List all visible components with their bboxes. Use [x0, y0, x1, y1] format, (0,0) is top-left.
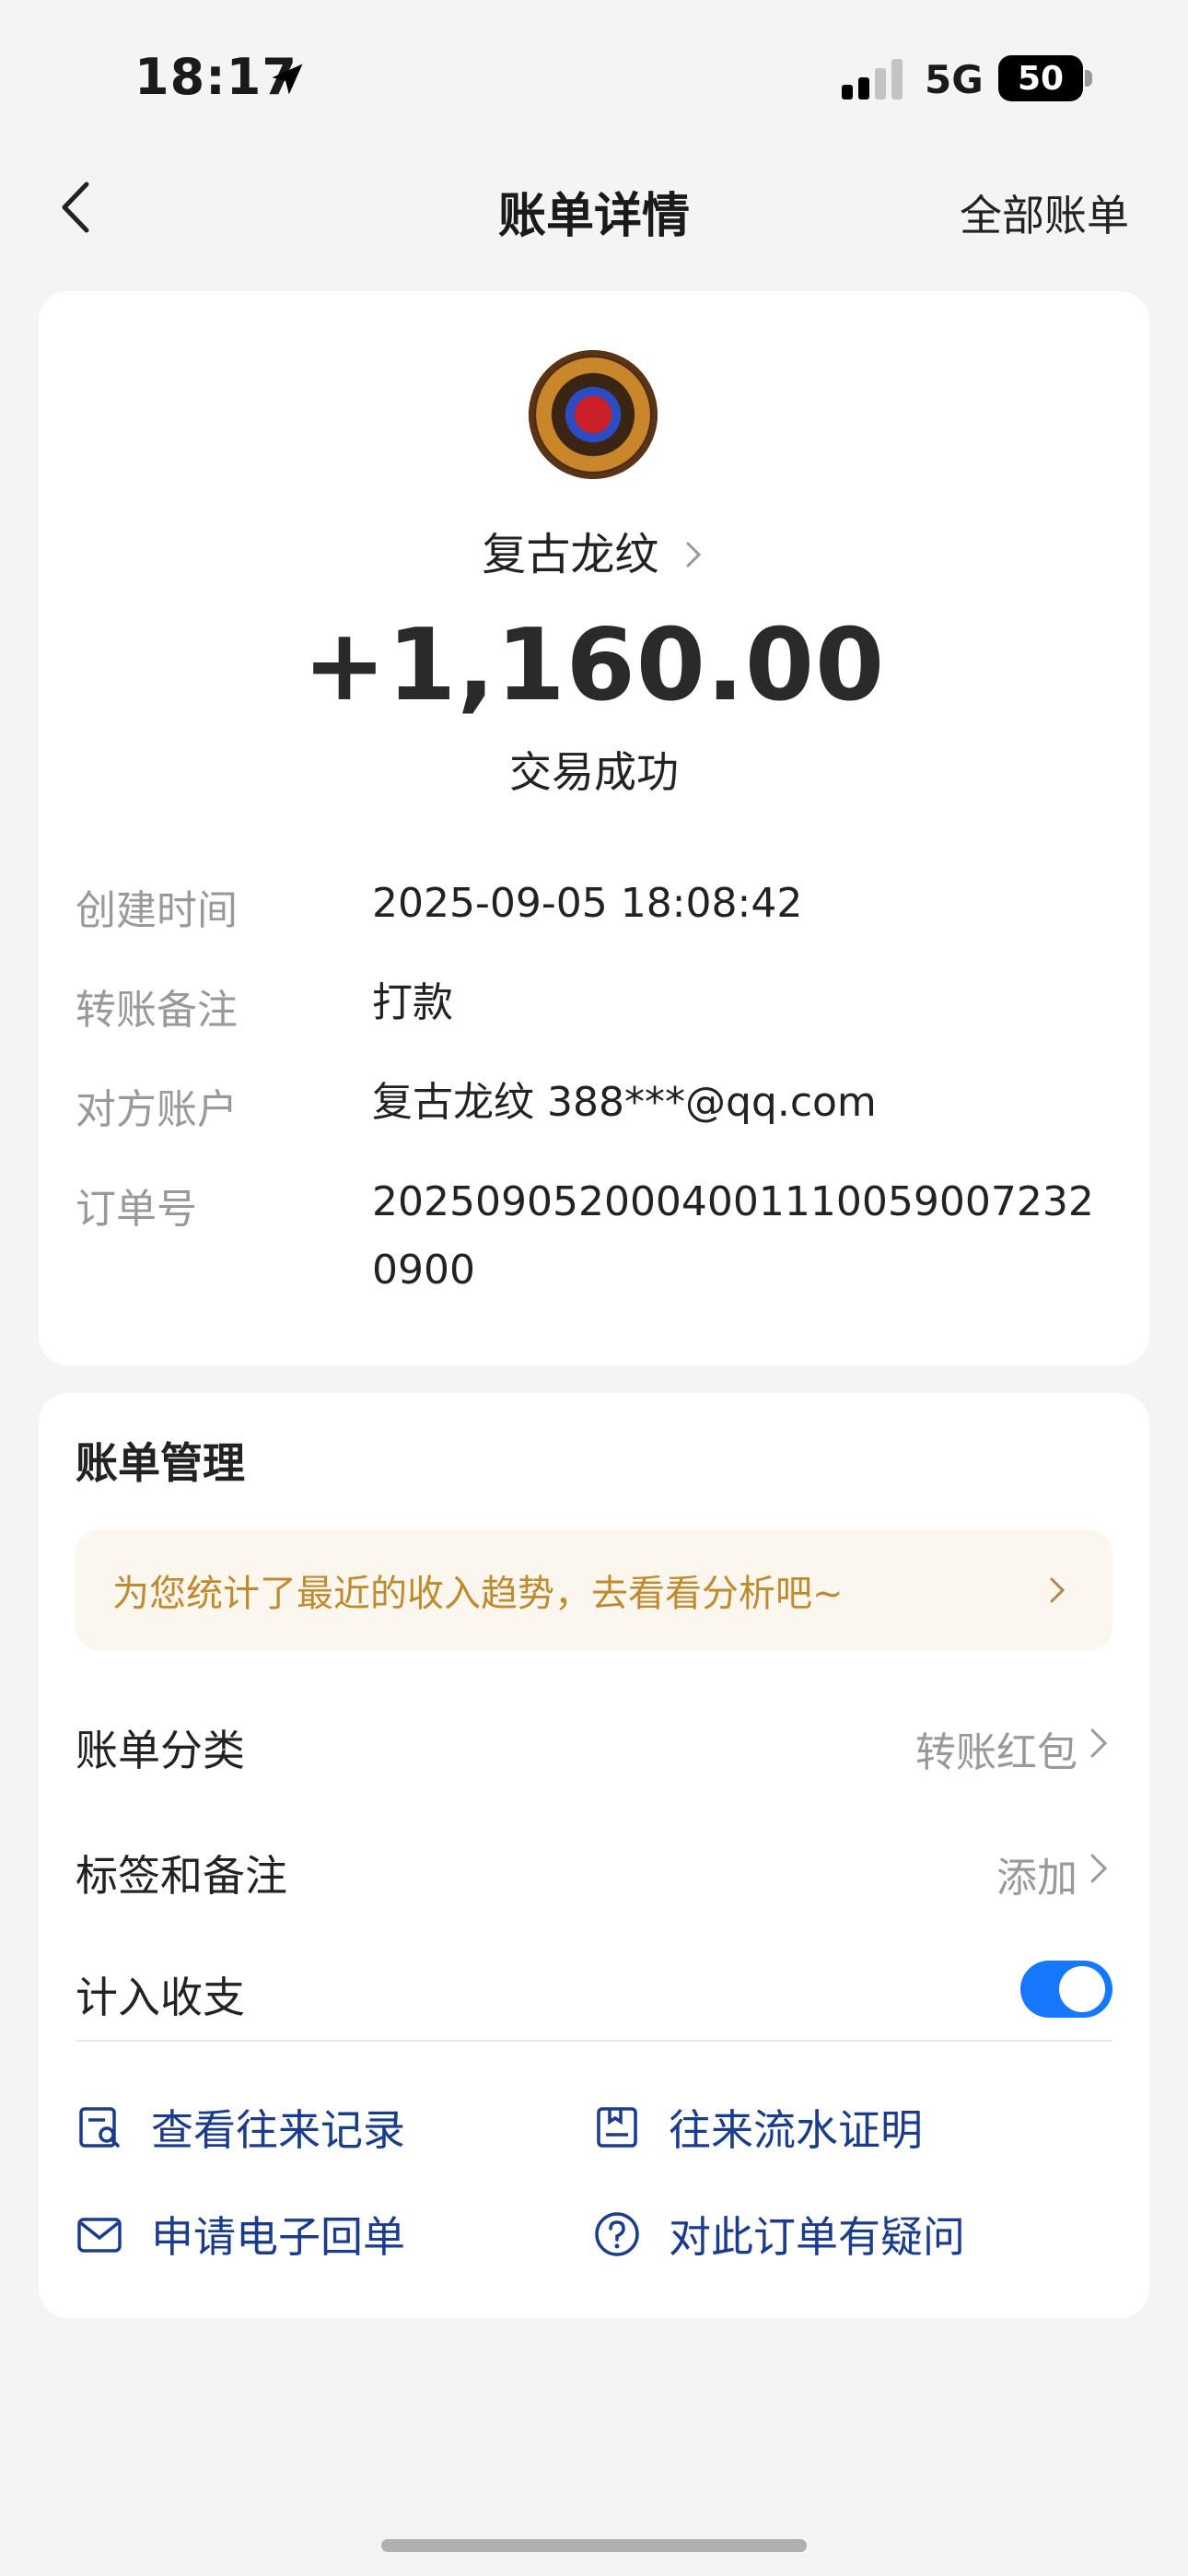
detail-label-order: 订单号 — [76, 1186, 197, 1233]
action-label: 对此订单有疑问 — [669, 2212, 965, 2262]
signal-icon — [842, 59, 903, 100]
detail-value-remark: 打款 — [372, 979, 453, 1026]
detail-value-order[interactable]: 20250905200040011100590072320900 — [372, 1168, 1100, 1305]
chevron-right-icon[interactable] — [1083, 1723, 1114, 1763]
category-value[interactable]: 转账红包 — [915, 1719, 1077, 1778]
chevron-right-icon — [686, 542, 701, 568]
detail-value-created: 2025-09-05 18:08:42 — [372, 880, 803, 927]
detail-label-remark: 转账备注 — [76, 987, 238, 1034]
battery-tip — [1085, 70, 1092, 87]
merchant-name: 复古龙纹 — [482, 529, 659, 580]
flow-proof-button[interactable]: 往来流水证明 — [593, 2097, 923, 2158]
toggle-knob — [1059, 1966, 1105, 2012]
tags-label: 标签和备注 — [76, 1851, 287, 1901]
network-label: 5G — [925, 57, 984, 102]
action-label: 往来流水证明 — [669, 2105, 923, 2155]
action-label: 查看往来记录 — [151, 2105, 405, 2155]
transaction-status: 交易成功 — [509, 747, 679, 797]
chevron-right-icon[interactable] — [1083, 1848, 1114, 1889]
view-history-button[interactable]: 查看往来记录 — [76, 2097, 405, 2158]
income-trend-banner[interactable]: 为您统计了最近的收入趋势，去看看分析吧~ — [76, 1529, 1112, 1651]
location-arrow-icon — [272, 64, 303, 95]
home-indicator[interactable] — [381, 2539, 807, 2552]
mail-icon — [77, 2218, 122, 2253]
divider — [76, 2040, 1112, 2042]
count-in-label: 计入收支 — [76, 1973, 245, 2022]
document-icon — [597, 2107, 637, 2148]
question-icon — [595, 2212, 639, 2256]
transaction-amount: +1,160.00 — [302, 608, 886, 723]
order-question-button[interactable]: 对此订单有疑问 — [593, 2204, 965, 2265]
merchant-avatar[interactable] — [529, 350, 658, 479]
all-bills-link[interactable]: 全部账单 — [960, 182, 1129, 243]
chevron-right-icon — [1050, 1577, 1066, 1603]
e-receipt-button[interactable]: 申请电子回单 — [76, 2204, 405, 2265]
search-record-icon — [79, 2107, 120, 2148]
tags-value[interactable]: 添加 — [996, 1844, 1077, 1903]
detail-label-created: 创建时间 — [76, 887, 238, 934]
merchant-name-link[interactable]: 复古龙纹 — [0, 518, 1188, 582]
category-label: 账单分类 — [76, 1726, 245, 1775]
section-title: 账单管理 — [76, 1438, 245, 1488]
detail-value-account: 复古龙纹 388***@qq.com — [372, 1079, 877, 1126]
banner-text: 为您统计了最近的收入趋势，去看看分析吧~ — [112, 1573, 844, 1615]
detail-label-account: 对方账户 — [76, 1086, 238, 1133]
battery-icon: 50 — [998, 55, 1083, 101]
action-label: 申请电子回单 — [151, 2212, 405, 2262]
